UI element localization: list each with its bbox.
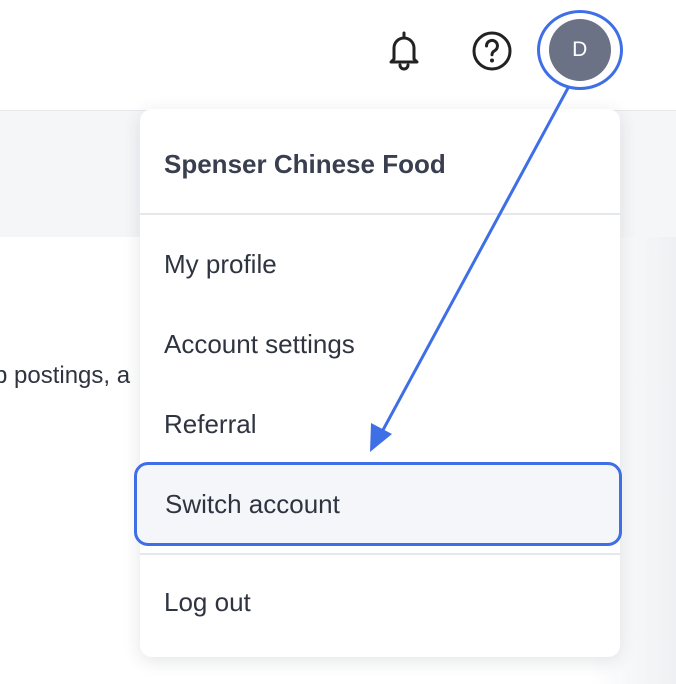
menu-item-my-profile[interactable]: My profile — [164, 249, 277, 280]
account-dropdown-menu: Spenser Chinese Food My profile Account … — [134, 109, 622, 657]
top-bar: D — [0, 0, 676, 111]
account-name: Spenser Chinese Food — [164, 149, 446, 179]
avatar-initial: D — [572, 38, 588, 61]
bell-icon[interactable] — [382, 28, 426, 72]
menu-item-referral[interactable]: Referral — [164, 409, 256, 440]
avatar-highlight: D — [537, 10, 623, 90]
help-circle-icon[interactable] — [469, 28, 515, 74]
menu-item-log-out[interactable]: Log out — [164, 587, 251, 618]
menu-item-switch-account[interactable]: Switch account — [134, 462, 622, 546]
avatar[interactable]: D — [549, 19, 611, 81]
switch-account-label: Switch account — [165, 488, 340, 519]
menu-item-account-settings[interactable]: Account settings — [164, 329, 355, 360]
menu-divider — [140, 553, 620, 555]
menu-divider — [140, 213, 620, 215]
background-text: p postings, a — [0, 362, 131, 389]
